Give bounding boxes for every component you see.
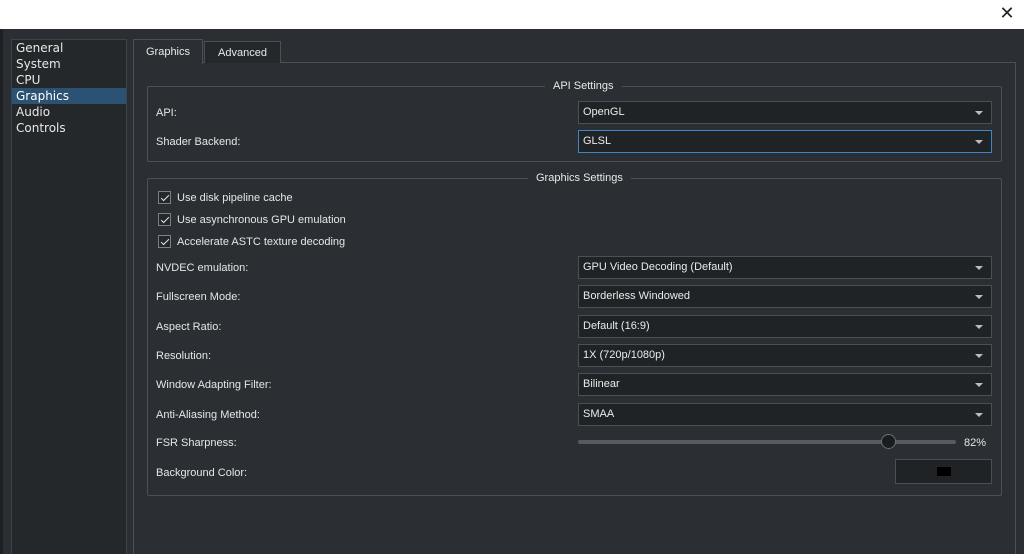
- chevron-down-icon: [975, 111, 983, 115]
- fsr-sharpness-value: 82%: [964, 437, 987, 449]
- sidebar-item-graphics[interactable]: Graphics: [12, 88, 126, 104]
- chevron-down-icon: [975, 354, 983, 358]
- sidebar-item-general[interactable]: General: [12, 40, 126, 56]
- nvdec-value: GPU Video Decoding (Default): [583, 261, 733, 273]
- sidebar-item-audio[interactable]: Audio: [12, 104, 126, 120]
- fsr-sharpness-slider[interactable]: [578, 440, 956, 444]
- fullscreen-mode-value: Borderless Windowed: [583, 290, 690, 302]
- api-label: API:: [156, 107, 177, 119]
- aspect-ratio-label: Aspect Ratio:: [156, 321, 222, 333]
- graphics-settings-title: Graphics Settings: [528, 171, 631, 185]
- chevron-down-icon: [975, 325, 983, 329]
- api-select[interactable]: OpenGL: [578, 101, 992, 124]
- chevron-down-icon: [975, 266, 983, 270]
- resolution-label: Resolution:: [156, 350, 212, 362]
- shader-backend-label: Shader Backend:: [156, 136, 241, 148]
- anti-aliasing-label: Anti-Aliasing Method:: [156, 409, 260, 421]
- fsr-sharpness-handle[interactable]: [880, 434, 896, 449]
- resolution-value: 1X (720p/1080p): [583, 349, 665, 361]
- disk-pipeline-cache-label: Use disk pipeline cache: [177, 192, 293, 204]
- fullscreen-mode-label: Fullscreen Mode:: [156, 291, 241, 303]
- tab-advanced[interactable]: Advanced: [204, 41, 281, 63]
- disk-pipeline-cache-checkbox[interactable]: Use disk pipeline cache: [158, 191, 293, 205]
- category-sidebar: General System CPU Graphics Audio Contro…: [11, 39, 127, 554]
- api-settings-title: API Settings: [545, 79, 622, 93]
- close-icon[interactable]: ✕: [996, 3, 1018, 25]
- async-gpu-emulation-label: Use asynchronous GPU emulation: [177, 214, 346, 226]
- anti-aliasing-select[interactable]: SMAA: [578, 403, 992, 426]
- window-edge: [0, 29, 3, 554]
- checkbox-checked-icon: [158, 213, 171, 226]
- aspect-ratio-select[interactable]: Default (16:9): [578, 315, 992, 338]
- astc-decoding-checkbox[interactable]: Accelerate ASTC texture decoding: [158, 235, 345, 249]
- astc-decoding-label: Accelerate ASTC texture decoding: [177, 236, 346, 248]
- resolution-select[interactable]: 1X (720p/1080p): [578, 344, 992, 367]
- aspect-ratio-value: Default (16:9): [583, 320, 650, 332]
- shader-backend-value: GLSL: [583, 135, 612, 147]
- async-gpu-emulation-checkbox[interactable]: Use asynchronous GPU emulation: [158, 213, 346, 227]
- title-bar: ✕: [0, 0, 1024, 29]
- fullscreen-mode-select[interactable]: Borderless Windowed: [578, 285, 992, 308]
- chevron-down-icon: [975, 295, 983, 299]
- settings-content: General System CPU Graphics Audio Contro…: [0, 29, 1024, 554]
- sidebar-item-system[interactable]: System: [12, 56, 126, 72]
- chevron-down-icon: [975, 413, 983, 417]
- background-color-label: Background Color:: [156, 467, 248, 479]
- sidebar-item-cpu[interactable]: CPU: [12, 72, 126, 88]
- window-filter-value: Bilinear: [583, 378, 620, 390]
- nvdec-select[interactable]: GPU Video Decoding (Default): [578, 256, 992, 279]
- chevron-down-icon: [975, 383, 983, 387]
- window-filter-select[interactable]: Bilinear: [578, 373, 992, 396]
- graphics-settings-group: Graphics Settings Use disk pipeline cach…: [147, 171, 1002, 496]
- window-filter-label: Window Adapting Filter:: [156, 379, 272, 391]
- shader-backend-select[interactable]: GLSL: [578, 130, 992, 153]
- nvdec-label: NVDEC emulation:: [156, 262, 249, 274]
- api-select-value: OpenGL: [583, 106, 625, 118]
- fsr-sharpness-label: FSR Sharpness:: [156, 437, 237, 449]
- graphics-tab-panel: API Settings API: OpenGL Shader Backend:…: [133, 62, 1016, 554]
- anti-aliasing-value: SMAA: [583, 408, 615, 420]
- chevron-down-icon: [975, 140, 983, 144]
- tab-graphics[interactable]: Graphics: [133, 39, 203, 64]
- api-settings-group: API Settings API: OpenGL Shader Backend:…: [147, 79, 1002, 162]
- sidebar-item-controls[interactable]: Controls: [12, 120, 126, 136]
- background-color-button[interactable]: [895, 459, 992, 484]
- checkbox-checked-icon: [158, 191, 171, 204]
- color-swatch: [937, 467, 951, 476]
- checkbox-checked-icon: [158, 235, 171, 248]
